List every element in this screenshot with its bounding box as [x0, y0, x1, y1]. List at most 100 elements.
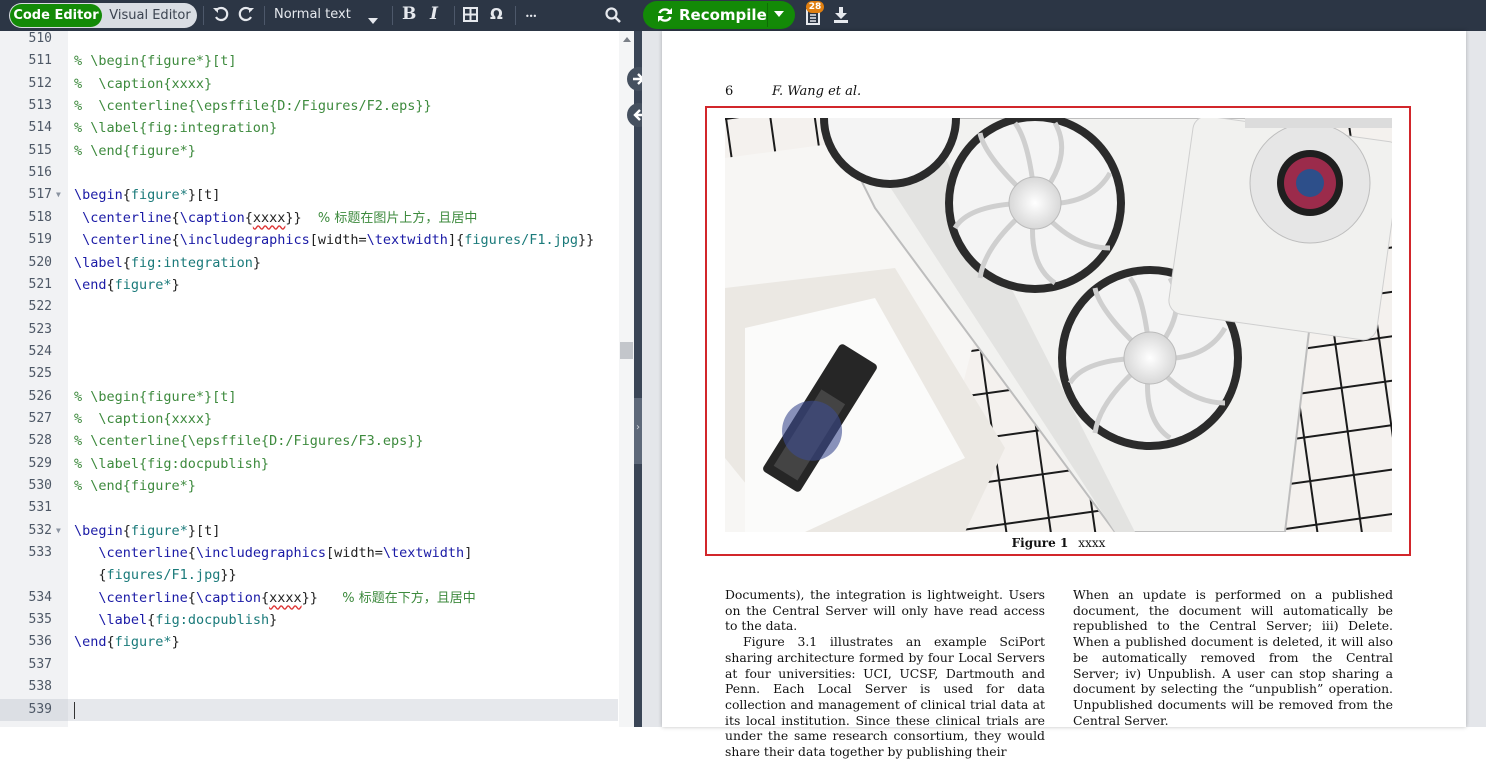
line-number: 516 — [28, 165, 52, 181]
caret-down-icon[interactable] — [368, 10, 378, 30]
line-number: 522 — [28, 299, 52, 315]
code-line[interactable]: 539 — [0, 699, 618, 721]
text-cursor — [74, 702, 75, 719]
scrollbar-thumb[interactable] — [620, 342, 633, 359]
code-line[interactable]: 524 — [0, 341, 618, 363]
line-number: 513 — [28, 98, 52, 114]
fold-toggle-icon[interactable]: ▼ — [56, 520, 61, 542]
code-line[interactable]: 530 % \end{figure*} — [0, 475, 618, 497]
code-line[interactable]: 528 % \centerline{\epsffile{D:/Figures/F3… — [0, 430, 618, 452]
code-text: % \begin{figure*}[t] — [74, 53, 237, 70]
code-text: \centerline{\caption{xxxx}} % 标题在下方，且居中 — [98, 589, 476, 606]
code-line[interactable]: 525 — [0, 363, 618, 385]
line-number: 517 — [28, 187, 52, 203]
scroll-up-icon[interactable] — [623, 37, 631, 42]
line-number: 521 — [28, 276, 52, 292]
visual-editor-toggle[interactable]: Visual Editor — [104, 4, 196, 27]
line-number: 532 — [28, 522, 52, 538]
line-number: 524 — [28, 343, 52, 359]
fold-toggle-icon[interactable]: ▼ — [56, 184, 61, 206]
code-line[interactable]: 519 \centerline{\includegraphics[width=\… — [0, 229, 618, 251]
text-style-select[interactable]: Normal text — [274, 5, 351, 25]
code-line[interactable]: 534 \centerline{\caption{xxxx}} % 标题在下方，… — [0, 587, 618, 609]
code-line[interactable]: 526 % \begin{figure*}[t] — [0, 386, 618, 408]
code-editor[interactable]: 510 511 % \begin{figure*}[t] 512 % \caption{… — [0, 31, 634, 727]
code-line[interactable]: 531 — [0, 497, 618, 519]
italic-button[interactable]: I — [430, 4, 438, 24]
line-number: 536 — [28, 634, 52, 650]
search-icon[interactable] — [605, 7, 621, 28]
download-icon[interactable] — [833, 7, 849, 28]
code-text: \end{figure*} — [74, 276, 180, 293]
code-text: \end{figure*} — [74, 634, 180, 651]
more-button[interactable]: ••• — [525, 7, 537, 27]
line-number: 514 — [28, 120, 52, 136]
code-line[interactable]: {figures/F1.jpg}} — [0, 564, 618, 586]
bold-button[interactable]: B — [402, 4, 416, 24]
code-line[interactable]: 538 — [0, 676, 618, 698]
code-line[interactable]: 520 \label{fig:integration} — [0, 252, 618, 274]
recompile-button[interactable]: Recompile — [643, 1, 795, 29]
code-line[interactable]: 521 \end{figure*} — [0, 274, 618, 296]
code-line[interactable]: 511 % \begin{figure*}[t] — [0, 50, 618, 72]
code-line[interactable]: 537 — [0, 654, 618, 676]
code-line[interactable]: 510 — [0, 31, 618, 50]
figure-caption: Figure 1 xxxx — [725, 536, 1392, 550]
code-text: % \end{figure*} — [74, 142, 196, 159]
code-text: \centerline{\includegraphics[width=\text… — [82, 232, 595, 249]
pane-splitter[interactable] — [634, 31, 642, 727]
code-text: % \caption{xxxx} — [74, 75, 213, 92]
code-line[interactable]: 514 % \label{fig:integration} — [0, 117, 618, 139]
line-number: 515 — [28, 142, 52, 158]
pdf-column-right: When an update is performed on a publish… — [1073, 587, 1393, 728]
recompile-label: Recompile — [679, 6, 767, 24]
redo-icon[interactable] — [238, 5, 255, 27]
code-line[interactable]: 533 \centerline{\includegraphics[width=\… — [0, 542, 618, 564]
line-number: 519 — [28, 232, 52, 248]
code-line[interactable]: 512 % \caption{xxxx} — [0, 73, 618, 95]
code-editor-toggle[interactable]: Code Editor — [10, 4, 102, 27]
paragraph: When an update is performed on a publish… — [1073, 587, 1393, 728]
code-text: \label{fig:docpublish} — [98, 612, 278, 629]
code-line[interactable]: 532 ▼ \begin{figure*}[t] — [0, 520, 618, 542]
code-line[interactable]: 518 \centerline{\caption{xxxx}} % 标题在图片上… — [0, 207, 618, 229]
figure-label: Figure 1 — [1011, 536, 1069, 550]
refresh-icon — [657, 5, 673, 28]
caret-down-icon[interactable] — [774, 3, 784, 27]
code-line[interactable]: 522 — [0, 296, 618, 318]
line-number: 511 — [28, 53, 52, 69]
code-text: % \end{figure*} — [74, 478, 196, 494]
recompile-divider — [767, 3, 768, 27]
code-text: \begin{figure*}[t] — [74, 187, 221, 204]
code-text: \centerline{\caption{xxxx}} % 标题在图片上方，且居… — [82, 209, 478, 226]
code-line[interactable]: 523 — [0, 319, 618, 341]
line-number: 525 — [28, 366, 52, 382]
code-line[interactable]: 535 \label{fig:docpublish} — [0, 609, 618, 631]
splitter-handle[interactable]: › — [634, 398, 642, 464]
line-number: 520 — [28, 254, 52, 270]
line-number: 535 — [28, 612, 52, 628]
undo-icon[interactable] — [212, 5, 229, 27]
code-line[interactable]: 527 % \caption{xxxx} — [0, 408, 618, 430]
code-line[interactable]: 517 ▼ \begin{figure*}[t] — [0, 184, 618, 206]
editor-scrollbar[interactable] — [619, 31, 634, 727]
toolbar-divider — [392, 6, 393, 25]
code-line[interactable]: 515 % \end{figure*} — [0, 140, 618, 162]
code-text: \begin{figure*}[t] — [74, 522, 221, 539]
line-number: 512 — [28, 75, 52, 91]
pdf-column-left: Documents), the integration is lightweig… — [725, 587, 1045, 760]
figure-image — [725, 118, 1392, 532]
code-line[interactable]: 536 \end{figure*} — [0, 631, 618, 653]
toolbar-divider — [264, 6, 265, 25]
code-text: \centerline{\includegraphics[width=\text… — [98, 545, 473, 562]
line-number: 537 — [28, 656, 52, 672]
code-line[interactable]: 516 — [0, 162, 618, 184]
code-text: {figures/F1.jpg}} — [98, 567, 237, 584]
code-line[interactable]: 529 % \label{fig:docpublish} — [0, 453, 618, 475]
figure-caption-text: xxxx — [1078, 536, 1106, 550]
table-icon[interactable] — [463, 7, 478, 27]
line-number: 523 — [28, 321, 52, 337]
symbol-button[interactable]: Ω — [490, 5, 503, 23]
line-number: 529 — [28, 455, 52, 471]
code-line[interactable]: 513 % \centerline{\epsffile{D:/Figures/F2… — [0, 95, 618, 117]
